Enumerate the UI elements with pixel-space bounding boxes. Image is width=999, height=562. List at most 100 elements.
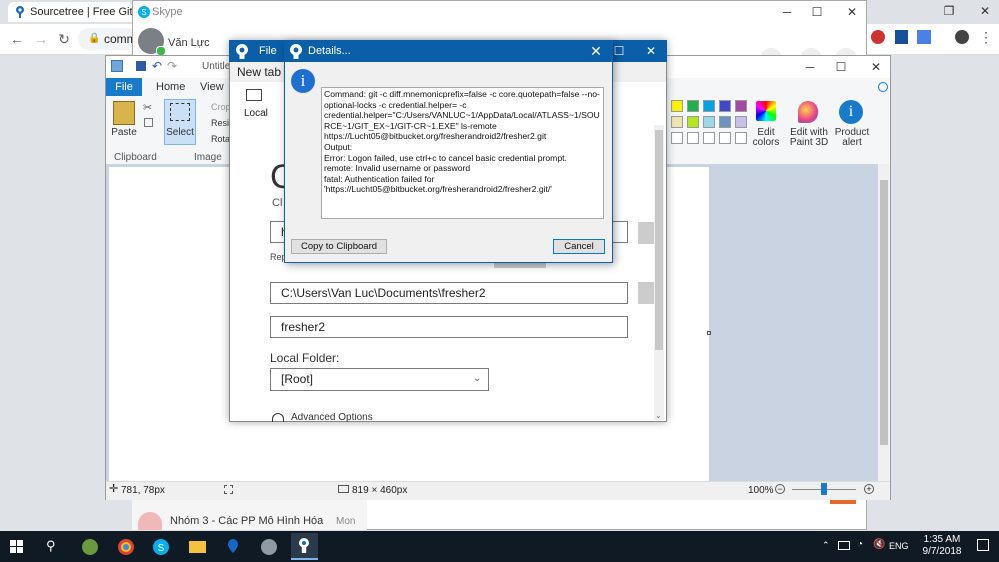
resize-button[interactable]: Resi [211, 118, 229, 128]
local-icon[interactable] [246, 89, 262, 101]
extension-j-icon[interactable] [895, 30, 908, 44]
zoom-out-icon[interactable]: − [775, 484, 785, 494]
local-tab-label[interactable]: Local [244, 108, 268, 119]
scroll-down-icon[interactable]: ⌄ [655, 411, 662, 420]
color-swatch-empty[interactable] [735, 132, 747, 144]
rotate-button[interactable]: Rota [211, 134, 230, 144]
color-swatch-green[interactable] [687, 100, 699, 112]
chrome-menu-icon[interactable]: ⋮ [979, 30, 993, 44]
address-bar[interactable]: 🔒 comm [78, 28, 138, 50]
copy-to-clipboard-button[interactable]: Copy to Clipboard [291, 239, 387, 254]
paint-scroll-thumb[interactable] [880, 180, 888, 445]
maps-icon[interactable] [220, 533, 247, 560]
sourcetree-close-icon[interactable]: ✕ [644, 44, 658, 58]
search-icon[interactable]: ⚲ [46, 538, 56, 554]
paint-maximize-icon[interactable]: ☐ [834, 60, 848, 74]
paint-tab-file[interactable]: File [106, 78, 142, 96]
skype-maximize-icon[interactable]: ☐ [810, 5, 824, 19]
paint-app-icon [111, 60, 123, 72]
skype-close-icon[interactable]: ✕ [845, 5, 859, 19]
product-alert-label[interactable]: Product alert [834, 128, 870, 148]
paint3d-icon[interactable] [798, 101, 818, 123]
app-taskbar-icon[interactable] [256, 533, 283, 560]
volume-muted-icon[interactable]: 🔇 [873, 539, 885, 550]
network-icon[interactable]: ◔ [857, 539, 863, 550]
zoom-slider-thumb[interactable] [821, 483, 827, 495]
canvas-resize-handle[interactable] [707, 331, 711, 335]
chat-avatar [138, 512, 162, 530]
color-swatch-blue-gray[interactable] [719, 116, 731, 128]
input-language[interactable]: ENG [889, 541, 909, 551]
color-swatch-light-yellow[interactable] [671, 116, 683, 128]
color-swatch-empty[interactable] [703, 132, 715, 144]
sourcetree-taskbar-icon[interactable] [291, 533, 318, 560]
skype-minimize-icon[interactable]: ─ [780, 5, 794, 19]
restore-window-icon[interactable]: ❐ [942, 4, 956, 18]
details-message-box[interactable]: Command: git -c diff.mnemonicprefix=fals… [321, 87, 604, 219]
file-explorer-icon[interactable] [184, 533, 211, 560]
cancel-button[interactable]: Cancel [553, 239, 605, 254]
color-swatch-empty[interactable] [719, 132, 731, 144]
dialog-close-icon[interactable]: ✕ [588, 41, 604, 61]
product-alert-icon[interactable]: i [839, 100, 863, 124]
copy-icon[interactable] [144, 118, 153, 127]
color-swatch-lavender[interactable] [735, 116, 747, 128]
advanced-options-toggle[interactable]: Advanced Options [291, 413, 373, 422]
browse-button[interactable] [638, 222, 654, 244]
color-swatch-light-turquoise[interactable] [703, 116, 715, 128]
translate-extension-icon[interactable] [917, 30, 931, 44]
paint-tab-view[interactable]: View [200, 78, 224, 96]
tray-clock[interactable]: 1:35 AM 9/7/2018 [920, 534, 964, 558]
sourcetree-file-menu[interactable]: File [259, 40, 277, 62]
browse-path-button[interactable] [638, 282, 654, 304]
color-swatch-empty[interactable] [687, 132, 699, 144]
skype-chat-title[interactable]: Nhóm 3 - Các PP Mô Hình Hóa [170, 515, 323, 527]
battery-icon[interactable] [838, 541, 850, 550]
skype-taskbar-icon[interactable]: S [148, 533, 175, 560]
android-studio-icon[interactable] [77, 533, 104, 560]
paste-button-label[interactable]: Paste [111, 128, 137, 138]
chrome-tab[interactable]: Sourcetree | Free Git GUI [8, 2, 133, 22]
sourcetree-maximize-icon[interactable]: ☐ [612, 44, 626, 58]
expand-advanced-icon[interactable] [272, 413, 284, 422]
abp-extension-icon[interactable] [871, 30, 885, 44]
redo-icon[interactable]: ↷ [167, 59, 177, 73]
reload-icon[interactable]: ↻ [55, 31, 73, 47]
info-icon: i [291, 69, 315, 93]
tray-date: 9/7/2018 [922, 546, 962, 557]
color-swatch-indigo[interactable] [719, 100, 731, 112]
tray-chevron-up-icon[interactable]: ⌃ [822, 540, 830, 551]
chrome-icon[interactable] [113, 533, 140, 560]
cut-icon[interactable]: ✂ [143, 101, 152, 114]
bookmark-name-field[interactable]: fresher2 [270, 316, 628, 338]
color-swatch-empty[interactable] [671, 132, 683, 144]
crop-button[interactable]: Crop [211, 102, 231, 112]
sourcetree-scroll-thumb[interactable] [655, 130, 663, 350]
back-icon[interactable]: ← [8, 31, 26, 47]
edit-colors-icon[interactable] [756, 101, 776, 121]
close-window-icon[interactable]: ✕ [978, 4, 992, 18]
color-swatch-yellow[interactable] [671, 100, 683, 112]
save-icon[interactable] [136, 61, 146, 71]
paint-minimize-icon[interactable]: ─ [803, 60, 817, 74]
forward-icon[interactable]: → [32, 31, 50, 47]
windows-start-icon[interactable] [10, 540, 23, 553]
color-swatch-turquoise[interactable] [703, 100, 715, 112]
notifications-icon[interactable] [977, 539, 989, 551]
profile-avatar-icon[interactable] [955, 30, 969, 44]
zoom-level-text: 100% [748, 485, 774, 496]
paste-icon[interactable] [113, 101, 135, 125]
help-icon[interactable] [878, 82, 888, 92]
tab-new-tab[interactable]: New tab [237, 62, 281, 82]
undo-icon[interactable]: ↶ [152, 59, 162, 73]
local-folder-select[interactable]: [Root] ⌄ [270, 368, 489, 391]
destination-path-field[interactable]: C:\Users\Van Luc\Documents\fresher2 [270, 282, 628, 304]
paint-close-icon[interactable]: ✕ [869, 60, 883, 74]
zoom-in-icon[interactable]: + [864, 484, 874, 494]
color-swatch-lime[interactable] [687, 116, 699, 128]
edit-colors-label[interactable]: Edit colors [750, 128, 782, 148]
skype-chat-time: Mon [336, 516, 356, 527]
paint-tab-home[interactable]: Home [156, 78, 185, 96]
edit-with-paint3d-label[interactable]: Edit with Paint 3D [788, 128, 830, 148]
color-swatch-purple[interactable] [735, 100, 747, 112]
